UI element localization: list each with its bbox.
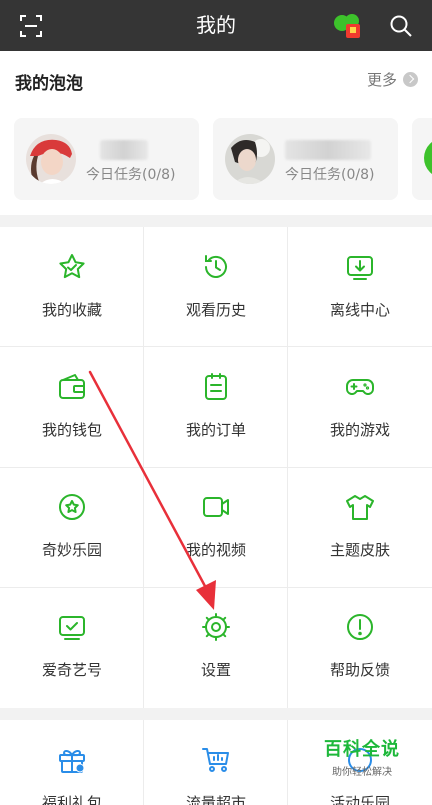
blurred-name [100,140,148,160]
bubbles-section: 我的泡泡 更多 今日任务(0/8) 今日任务(0/8) [0,51,432,215]
bubble-card[interactable]: 今日任务(0/8) [213,118,398,200]
gamepad-icon [346,379,374,395]
blurred-name [285,140,371,160]
settings-gear-icon [202,613,230,641]
grid-item-games[interactable]: 我的游戏 [288,347,432,467]
gift-icon [59,749,85,773]
grid-item-label: 我的视频 [185,541,246,559]
grid-item-history[interactable]: 观看历史 [144,227,288,347]
grid-item-label: 流量超市 [185,794,246,805]
bubble-card-partial[interactable] [412,118,432,200]
avatar [26,134,76,184]
history-clock-icon [205,255,227,278]
grid-item-label: 帮助反馈 [329,661,390,679]
grid-item-themes[interactable]: 主题皮肤 [288,467,432,587]
watermark-subtitle: 助你轻松解决 [332,767,392,778]
grid-item-label: 我的钱包 [41,421,102,439]
grid-item-label: 我的订单 [185,421,246,439]
vip-gift-icon[interactable] [332,12,364,40]
grid-item-wonderland[interactable]: 奇妙乐园 [0,467,144,587]
avatar [424,138,432,178]
section-title: 我的泡泡 [15,74,83,94]
tshirt-icon [346,495,374,520]
task-progress: 今日任务(0/8) [285,167,375,183]
bubble-card[interactable]: 今日任务(0/8) [14,118,199,200]
grid-item-label: 活动乐园 [329,794,390,805]
grid-item-label: 离线中心 [329,301,390,319]
star-icon [59,254,85,279]
grid-item-label: 我的收藏 [41,301,102,319]
wallet-icon [59,374,85,399]
grid-item-orders[interactable]: 我的订单 [144,347,288,467]
grid-item-label: 观看历史 [185,301,246,319]
grid-item-favorites[interactable]: 我的收藏 [0,227,144,347]
watermark: 百科全说 助你轻松解决 [312,735,412,778]
grid-item-videos[interactable]: 我的视频 [144,467,288,587]
grid-item-label: 福利礼包 [41,794,102,805]
grid-item-label: 爱奇艺号 [41,661,102,679]
task-progress: 今日任务(0/8) [86,167,176,183]
more-link[interactable]: 更多 [367,69,418,90]
top-bar: 我的 [0,0,432,51]
grid-item-data-market[interactable]: 流量超市 [144,720,288,805]
badge-star-icon [59,494,85,520]
avatar [225,134,275,184]
cart-icon [202,748,229,772]
grid-item-wallet[interactable]: 我的钱包 [0,347,144,467]
help-exclaim-icon [347,614,373,640]
app-root: 我的 我的泡泡 更多 今日任务(0/8) 今日任务(0/8) 我的收藏 观看历史… [0,0,432,805]
chevron-right-icon [403,72,418,87]
page-title: 我的 [196,13,236,37]
grid-item-label: 我的游戏 [329,421,390,439]
feature-grid: 我的收藏 观看历史 离线中心 我的钱包 我的订单 我的游戏 奇妙乐园 我的视频 … [0,227,432,708]
watermark-title: 百科全说 [324,739,400,760]
more-label: 更多 [366,71,397,89]
grid-item-help[interactable]: 帮助反馈 [288,587,432,707]
grid-item-label: 奇妙乐园 [41,541,102,559]
search-icon[interactable] [389,14,413,38]
grid-item-gifts[interactable]: 福利礼包 [0,720,144,805]
grid-item-settings[interactable]: 设置 [144,587,288,707]
order-clipboard-icon [205,373,227,400]
grid-item-iqiyi-account[interactable]: 爱奇艺号 [0,587,144,707]
grid-item-offline[interactable]: 离线中心 [288,227,432,347]
download-icon [347,256,373,280]
grid-item-label: 设置 [200,661,231,679]
tv-check-icon [59,616,85,640]
video-camera-icon [203,497,229,517]
grid-item-label: 主题皮肤 [329,541,390,559]
